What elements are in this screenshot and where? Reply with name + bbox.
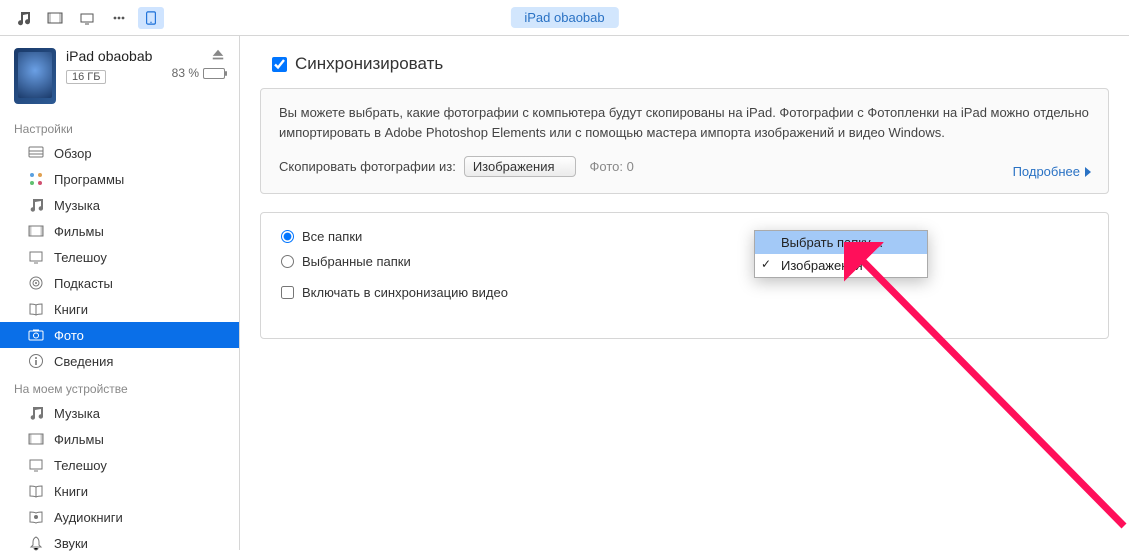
battery-percent: 83 % xyxy=(172,66,199,80)
top-toolbar: iPad obaobab xyxy=(0,0,1129,36)
menu-item-images[interactable]: ✓ Изображения xyxy=(755,254,927,277)
battery-icon xyxy=(203,68,225,79)
sync-checkbox[interactable] xyxy=(272,57,287,72)
sidebar-item-label: Фото xyxy=(54,328,84,343)
overview-icon xyxy=(28,145,44,161)
menu-item-label: Изображения xyxy=(781,258,863,273)
sidebar: iPad obaobab 16 ГБ 83 % Настройки Обзор … xyxy=(0,36,240,550)
more-tab-icon[interactable] xyxy=(106,7,132,29)
sidebar-item-movies[interactable]: Фильмы xyxy=(0,218,239,244)
sidebar-item-apps[interactable]: Программы xyxy=(0,166,239,192)
device-name-pill[interactable]: iPad obaobab xyxy=(510,7,618,28)
radio-selected-folders[interactable]: Выбранные папки xyxy=(281,254,1088,269)
sidebar-item-music[interactable]: Музыка xyxy=(0,192,239,218)
menu-item-choose-folder[interactable]: Выбрать папку… xyxy=(755,231,927,254)
books-icon xyxy=(28,301,44,317)
sidebar-item-od-books[interactable]: Книги xyxy=(0,478,239,504)
device-tab-icon[interactable] xyxy=(138,7,164,29)
movies-icon xyxy=(28,431,44,447)
sidebar-item-label: Аудиокниги xyxy=(54,510,123,525)
sidebar-item-label: Книги xyxy=(54,302,88,317)
sidebar-item-books[interactable]: Книги xyxy=(0,296,239,322)
media-tabs xyxy=(10,7,164,29)
checkbox-input-video[interactable] xyxy=(281,286,294,299)
music-icon xyxy=(28,197,44,213)
sidebar-item-podcasts[interactable]: Подкасты xyxy=(0,270,239,296)
info-icon xyxy=(28,353,44,369)
sidebar-item-od-movies[interactable]: Фильмы xyxy=(0,426,239,452)
sidebar-item-overview[interactable]: Обзор xyxy=(0,140,239,166)
music-tab-icon[interactable] xyxy=(10,7,36,29)
more-link-label: Подробнее xyxy=(1013,164,1080,179)
checkbox-label: Включать в синхронизацию видео xyxy=(302,285,508,300)
sidebar-item-label: Телешоу xyxy=(54,250,107,265)
tones-icon xyxy=(28,535,44,551)
radio-label: Все папки xyxy=(302,229,362,244)
audiobooks-icon xyxy=(28,509,44,525)
sidebar-item-label: Звуки xyxy=(54,536,88,551)
copy-from-label: Скопировать фотографии из: xyxy=(279,159,456,174)
sidebar-item-label: Подкасты xyxy=(54,276,113,291)
sidebar-item-tvshows[interactable]: Телешоу xyxy=(0,244,239,270)
options-box: Все папки Выбранные папки Включать в син… xyxy=(260,212,1109,339)
sidebar-section-settings: Настройки xyxy=(0,114,239,140)
sidebar-item-label: Телешоу xyxy=(54,458,107,473)
updown-arrows-icon: ▲▼ xyxy=(563,159,571,173)
sidebar-item-label: Обзор xyxy=(54,146,92,161)
movies-tab-icon[interactable] xyxy=(42,7,68,29)
sync-title: Синхронизировать xyxy=(295,54,443,74)
sidebar-item-label: Музыка xyxy=(54,406,100,421)
battery-status: 83 % xyxy=(172,66,225,80)
device-thumbnail xyxy=(14,48,56,104)
sidebar-item-label: Программы xyxy=(54,172,124,187)
sidebar-item-od-tvshows[interactable]: Телешоу xyxy=(0,452,239,478)
movies-icon xyxy=(28,223,44,239)
info-box: Вы можете выбрать, какие фотографии с ко… xyxy=(260,88,1109,194)
radio-input-all[interactable] xyxy=(281,230,294,243)
chevron-right-icon xyxy=(1084,167,1092,177)
books-icon xyxy=(28,483,44,499)
sidebar-item-photos[interactable]: Фото xyxy=(0,322,239,348)
tvshows-icon xyxy=(28,249,44,265)
sidebar-item-label: Книги xyxy=(54,484,88,499)
podcasts-icon xyxy=(28,275,44,291)
more-link[interactable]: Подробнее xyxy=(1013,164,1092,179)
sidebar-item-label: Фильмы xyxy=(54,432,104,447)
radio-input-selected[interactable] xyxy=(281,255,294,268)
source-dropdown[interactable]: Изображения ▲▼ xyxy=(464,156,576,177)
sidebar-item-label: Фильмы xyxy=(54,224,104,239)
info-text: Вы можете выбрать, какие фотографии с ко… xyxy=(279,103,1090,142)
tvshows-tab-icon[interactable] xyxy=(74,7,100,29)
sidebar-item-label: Сведения xyxy=(54,354,113,369)
device-name-label: iPad obaobab xyxy=(66,48,172,64)
sidebar-item-label: Музыка xyxy=(54,198,100,213)
tvshows-icon xyxy=(28,457,44,473)
device-capacity-badge: 16 ГБ xyxy=(66,70,106,84)
menu-item-label: Выбрать папку… xyxy=(781,235,884,250)
eject-icon[interactable] xyxy=(211,48,225,62)
photo-count: Фото: 0 xyxy=(590,159,634,174)
checkbox-include-video[interactable]: Включать в синхронизацию видео xyxy=(281,285,1088,300)
sidebar-item-od-tones[interactable]: Звуки xyxy=(0,530,239,556)
sidebar-item-od-music[interactable]: Музыка xyxy=(0,400,239,426)
radio-label: Выбранные папки xyxy=(302,254,411,269)
check-icon: ✓ xyxy=(761,257,771,271)
sidebar-item-info[interactable]: Сведения xyxy=(0,348,239,374)
radio-all-folders[interactable]: Все папки xyxy=(281,229,1088,244)
apps-icon xyxy=(28,171,44,187)
music-icon xyxy=(28,405,44,421)
photos-icon xyxy=(28,327,44,343)
sidebar-section-on-device: На моем устройстве xyxy=(0,374,239,400)
sidebar-item-od-audiobooks[interactable]: Аудиокниги xyxy=(0,504,239,530)
dropdown-selected-label: Изображения xyxy=(473,159,555,174)
source-dropdown-menu: Выбрать папку… ✓ Изображения xyxy=(754,230,928,278)
device-header: iPad obaobab 16 ГБ 83 % xyxy=(0,42,239,114)
content-pane: Синхронизировать Вы можете выбрать, каки… xyxy=(240,36,1129,550)
